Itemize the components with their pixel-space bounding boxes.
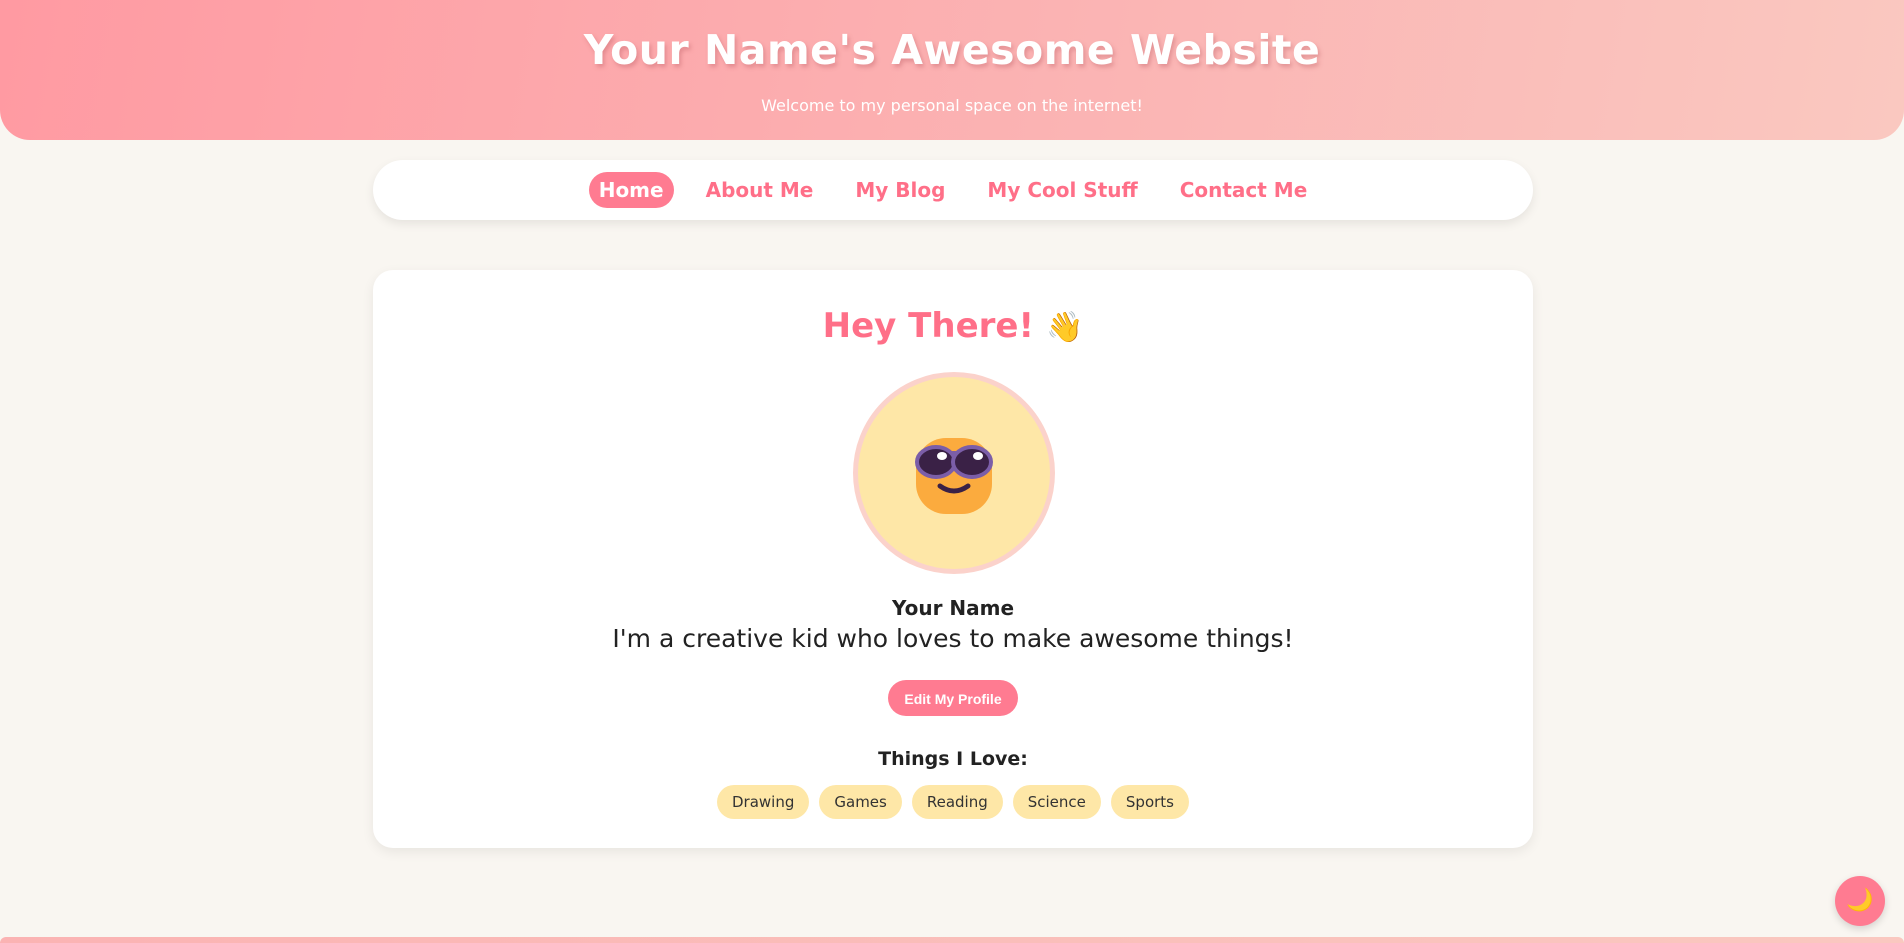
interest-tag-science: Science (1012, 785, 1101, 819)
profile-name: Your Name (891, 596, 1015, 620)
interest-tag-games: Games (819, 785, 902, 819)
site-subtitle: Welcome to my personal space on the inte… (761, 96, 1143, 115)
nav-item-home[interactable]: Home (588, 172, 674, 208)
interest-tag-reading: Reading (911, 785, 1003, 819)
theme-toggle-button[interactable]: 🌙 (1835, 876, 1885, 926)
main-nav: Home About Me My Blog My Cool Stuff Cont… (373, 160, 1533, 220)
interest-tag-sports: Sports (1110, 785, 1189, 819)
interest-tags: Drawing Games Reading Science Sports (373, 785, 1533, 819)
waving-hand-icon: 👋 (1045, 310, 1084, 345)
greeting-text: Hey There! (822, 306, 1034, 346)
site-header: Your Name's Awesome Website Welcome to m… (0, 0, 1904, 140)
moon-icon: 🌙 (1846, 888, 1874, 913)
nav-item-about-me[interactable]: About Me (696, 172, 824, 208)
things-i-love-heading: Things I Love: (878, 748, 1028, 770)
sunglasses-smiley-icon (915, 438, 993, 514)
greeting-heading: Hey There! 👋 (373, 306, 1533, 346)
footer (0, 937, 1904, 943)
avatar (853, 372, 1055, 574)
nav-item-contact-me[interactable]: Contact Me (1170, 172, 1318, 208)
profile-bio: I'm a creative kid who loves to make awe… (612, 624, 1294, 653)
nav-item-my-blog[interactable]: My Blog (845, 172, 955, 208)
profile-card: Hey There! 👋 Your Name I'm a creative kid… (373, 270, 1533, 848)
nav-item-my-cool-stuff[interactable]: My Cool Stuff (977, 172, 1147, 208)
interest-tag-drawing: Drawing (717, 785, 810, 819)
site-title: Your Name's Awesome Website (583, 26, 1321, 74)
edit-profile-button[interactable]: Edit My Profile (888, 680, 1018, 716)
